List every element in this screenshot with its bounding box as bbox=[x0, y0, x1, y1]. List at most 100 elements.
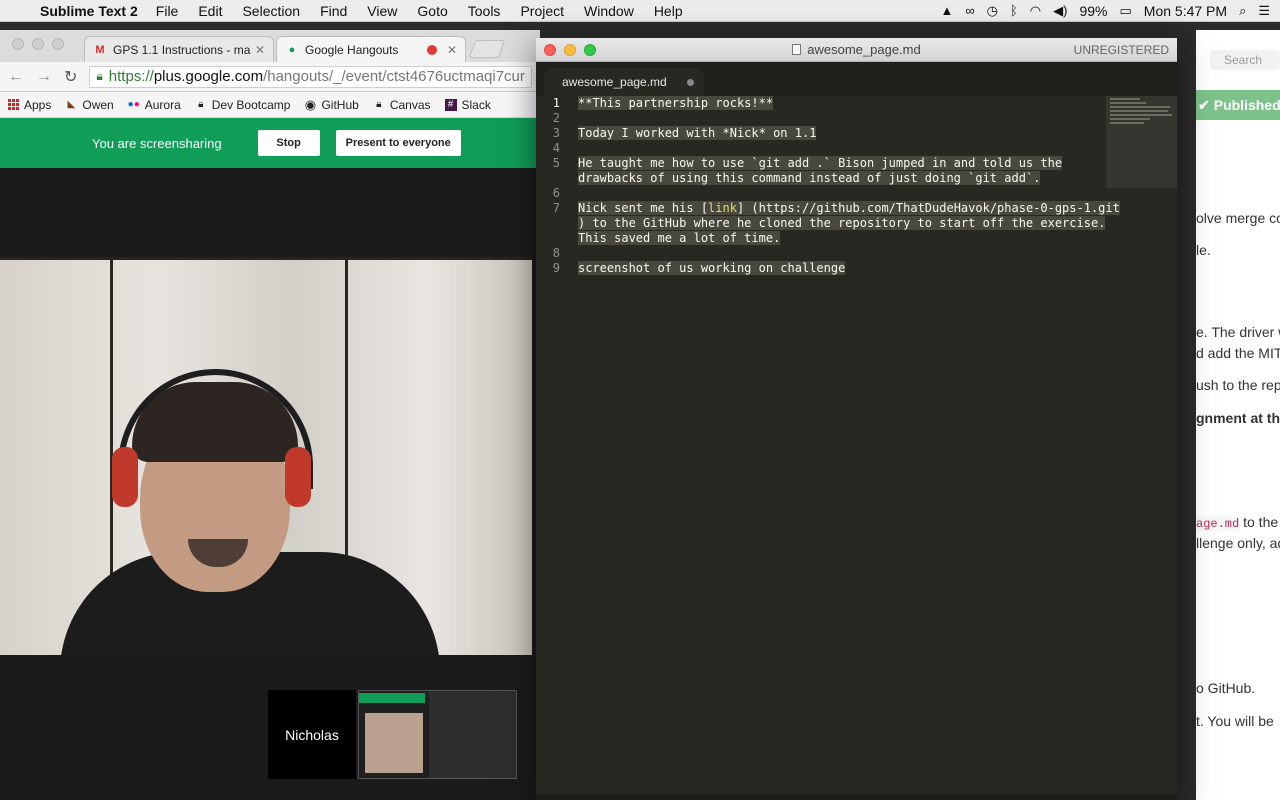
doc-text-fragment: d add the MIT bbox=[1196, 345, 1280, 361]
search-input[interactable]: Search bbox=[1210, 50, 1280, 70]
doc-text-fragment: llenge only, ad bbox=[1196, 535, 1280, 551]
infinity-icon[interactable]: ∞ bbox=[965, 3, 974, 18]
code-line: This saved me a lot of time. bbox=[578, 231, 1106, 246]
slack-icon: # bbox=[444, 98, 457, 111]
tab-hangouts[interactable]: ● Google Hangouts ✕ bbox=[276, 36, 466, 62]
published-badge[interactable]: ✔ Published bbox=[1196, 90, 1280, 120]
headphones-icon bbox=[118, 369, 313, 489]
minimap-line bbox=[1110, 98, 1140, 100]
headphone-cup bbox=[112, 447, 138, 507]
wifi-icon[interactable]: ◠ bbox=[1030, 3, 1041, 19]
menu-tools[interactable]: Tools bbox=[468, 3, 501, 19]
github-icon: ◉ bbox=[304, 96, 317, 112]
screenshare-banner: You are screensharing Stop Present to ev… bbox=[0, 118, 540, 168]
bookmark-aurora[interactable]: ● ● Aurora bbox=[128, 98, 181, 112]
menu-view[interactable]: View bbox=[367, 3, 397, 19]
menu-help[interactable]: Help bbox=[654, 3, 683, 19]
selected-text: ) to the GitHub where he cloned the repo… bbox=[578, 216, 1106, 230]
participant-tile[interactable]: Nicholas bbox=[268, 690, 356, 779]
clock[interactable]: Mon 5:47 PM bbox=[1144, 3, 1227, 19]
document-icon bbox=[792, 44, 802, 55]
line-number: 9 bbox=[552, 261, 560, 275]
code-text-area[interactable]: **This partnership rocks!** Today I work… bbox=[578, 96, 1120, 276]
back-arrow-icon[interactable]: ← bbox=[8, 68, 24, 86]
menu-project[interactable]: Project bbox=[520, 3, 564, 19]
bookmark-canvas[interactable]: 🔒︎ Canvas bbox=[373, 98, 430, 112]
window-controls bbox=[544, 44, 596, 56]
thumbnail-editor bbox=[429, 691, 516, 778]
doc-text-fragment: o GitHub. bbox=[1196, 680, 1256, 696]
apps-grid-icon bbox=[8, 99, 19, 110]
menu-selection[interactable]: Selection bbox=[242, 3, 300, 19]
minimap-line bbox=[1110, 106, 1170, 108]
menu-file[interactable]: File bbox=[156, 3, 179, 19]
zoom-window-button[interactable] bbox=[584, 44, 596, 56]
minimize-window-button[interactable] bbox=[564, 44, 576, 56]
close-window-button[interactable] bbox=[544, 44, 556, 56]
address-bar[interactable]: 🔒︎ https://plus.google.com/hangouts/_/ev… bbox=[89, 65, 532, 88]
bookmark-apps[interactable]: Apps bbox=[8, 98, 51, 112]
present-to-everyone-button[interactable]: Present to everyone bbox=[335, 130, 461, 156]
drive-icon[interactable]: ▲ bbox=[940, 3, 953, 18]
menu-app-name[interactable]: Sublime Text 2 bbox=[40, 3, 138, 19]
doc-heading-fragment: gnment at th bbox=[1196, 410, 1280, 426]
notification-center-icon[interactable]: ☰ bbox=[1258, 3, 1270, 19]
line-number: 7 bbox=[552, 201, 560, 215]
code-line: Nick sent me his [link] (https://github.… bbox=[578, 201, 1120, 216]
menu-goto[interactable]: Goto bbox=[417, 3, 447, 19]
bluetooth-icon[interactable]: ᛒ bbox=[1010, 3, 1018, 18]
url-host: plus.google.com bbox=[153, 68, 264, 85]
url-scheme: https:// bbox=[108, 68, 154, 85]
recording-indicator-icon bbox=[426, 44, 437, 55]
bookmark-label: Owen bbox=[82, 97, 114, 112]
doc-code-line: age.md to the bbox=[1196, 514, 1278, 531]
bookmark-dev-bootcamp[interactable]: 🔒︎ Dev Bootcamp bbox=[195, 98, 290, 112]
bookmark-github[interactable]: ◉ GitHub bbox=[304, 96, 359, 112]
close-tab-icon[interactable]: ✕ bbox=[447, 43, 457, 57]
flickr-icon: ● ● bbox=[127, 99, 140, 110]
time-machine-icon[interactable]: ◷ bbox=[987, 3, 998, 19]
minimize-window-button[interactable] bbox=[32, 38, 44, 50]
volume-icon[interactable]: ◀) bbox=[1053, 3, 1067, 19]
line-number: 4 bbox=[552, 141, 560, 155]
line-number: 1 bbox=[552, 96, 560, 110]
reload-icon[interactable]: ↻ bbox=[64, 67, 77, 87]
screenshare-thumbnail[interactable] bbox=[358, 690, 517, 779]
editor-tab[interactable]: awesome_page.md bbox=[544, 68, 704, 96]
minimap[interactable] bbox=[1106, 96, 1177, 188]
forward-arrow-icon[interactable]: → bbox=[36, 68, 52, 86]
doc-code-fragment: age.md bbox=[1196, 517, 1240, 531]
doc-code-suffix: to the bbox=[1239, 514, 1279, 530]
thumbnail-video bbox=[365, 713, 423, 773]
editor-tab-bar: awesome_page.md bbox=[536, 62, 1177, 96]
code-line: ) to the GitHub where he cloned the repo… bbox=[578, 216, 1106, 231]
tab-gmail[interactable]: M GPS 1.1 Instructions - mar ✕ bbox=[84, 36, 274, 62]
battery-percent[interactable]: 99% bbox=[1079, 3, 1107, 19]
participant-name: Nicholas bbox=[285, 726, 339, 743]
bookmark-slack[interactable]: # Slack bbox=[444, 98, 491, 112]
tab-label: GPS 1.1 Instructions - mar bbox=[113, 42, 251, 57]
menu-edit[interactable]: Edit bbox=[198, 3, 222, 19]
code-line: Today I worked with *Nick* on 1.1 bbox=[578, 126, 1106, 141]
close-window-button[interactable] bbox=[12, 38, 24, 50]
line-number: 8 bbox=[552, 246, 560, 260]
code-editor[interactable]: 1 2 3 4 5 6 7 8 9 **This partnership roc… bbox=[536, 96, 1177, 800]
minimap-line bbox=[1110, 122, 1144, 124]
battery-icon[interactable]: ▭ bbox=[1120, 3, 1132, 19]
menu-find[interactable]: Find bbox=[320, 3, 347, 19]
stop-sharing-button[interactable]: Stop bbox=[257, 130, 320, 156]
line-number: 5 bbox=[552, 156, 560, 170]
unsaved-dot-icon[interactable] bbox=[687, 78, 694, 86]
zoom-window-button[interactable] bbox=[52, 38, 64, 50]
menu-window[interactable]: Window bbox=[584, 3, 634, 19]
gmail-icon: M bbox=[95, 43, 105, 56]
new-tab-button[interactable] bbox=[468, 40, 506, 58]
spotlight-icon[interactable]: ⌕ bbox=[1239, 3, 1246, 19]
close-tab-icon[interactable]: ✕ bbox=[255, 43, 265, 57]
selected-text: **This partnership rocks!** bbox=[578, 96, 774, 110]
doc-text-fragment: e. The driver w bbox=[1196, 324, 1280, 340]
code-line: **This partnership rocks!** bbox=[578, 96, 1106, 111]
bookmark-owen[interactable]: ◣ Owen bbox=[65, 97, 114, 112]
